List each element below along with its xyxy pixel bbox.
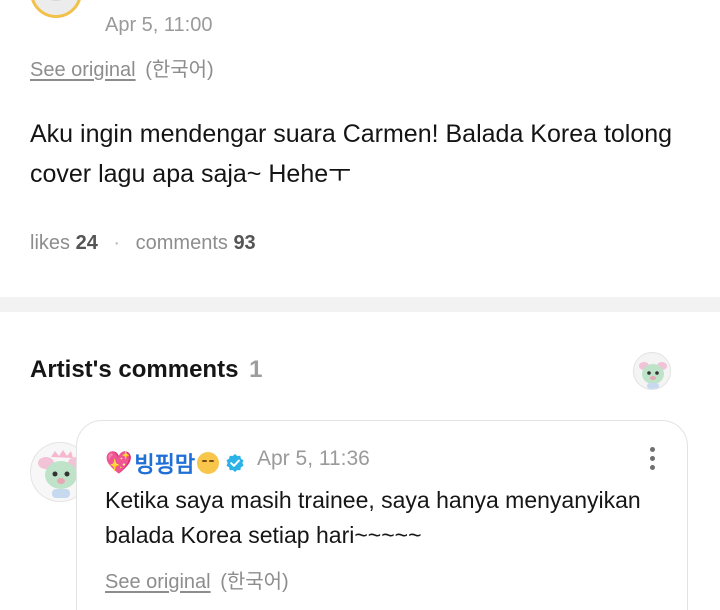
post-see-original-row: See original (한국어) (30, 53, 214, 82)
avatar-image (41, 0, 71, 1)
post-date: Apr 5, 11:00 (105, 14, 213, 36)
heart-icon: 💖 (105, 450, 133, 475)
likes-count[interactable]: 24 (76, 232, 98, 254)
artist-comments-section: Artist's comments 1 💖 빙핑맘 Apr 5, 11:36 K… (0, 312, 720, 610)
artist-character-icon (639, 362, 667, 389)
verified-badge-icon (226, 454, 244, 472)
comments-count[interactable]: 93 (233, 232, 255, 254)
post-body-text: Aku ingin mendengar suara Carmen! Balada… (30, 120, 673, 188)
comment-see-original-link[interactable]: See original (105, 571, 211, 593)
artist-comments-title: Artist's comments 1 (30, 356, 262, 384)
comment-author-name[interactable]: 빙핑맘 (134, 447, 195, 479)
artist-avatar-small[interactable] (633, 352, 671, 390)
smirk-face-icon (197, 452, 220, 474)
artist-comment-card[interactable]: 💖 빙핑맘 Apr 5, 11:36 Ketika saya masih tra… (76, 420, 688, 610)
more-vertical-icon[interactable] (643, 445, 661, 471)
post-stats: likes 24 · comments 93 (30, 232, 256, 255)
post-card: ⋮ Apr 5, 11:00 See original (한국어) Aku in… (0, 0, 720, 297)
comment-body-text: Ketika saya masih trainee, saya hanya me… (105, 487, 641, 548)
artist-comments-heading: Artist's comments (30, 356, 239, 383)
likes-label[interactable]: likes (30, 232, 70, 254)
stats-separator: · (113, 232, 121, 254)
section-divider (0, 297, 720, 312)
comment-language-label: (한국어) (220, 571, 289, 593)
comment-date: Apr 5, 11:36 (257, 447, 370, 470)
post-language-label: (한국어) (145, 59, 214, 81)
post-see-original-link[interactable]: See original (30, 59, 136, 81)
post-author-avatar[interactable] (30, 0, 82, 18)
fan-post-page: ⋮ Apr 5, 11:00 See original (한국어) Aku in… (0, 0, 720, 610)
artist-comments-count: 1 (249, 356, 263, 383)
comment-see-original-row: See original (한국어) (105, 565, 289, 594)
comment-author[interactable]: 💖 빙핑맘 (105, 447, 245, 479)
comments-label[interactable]: comments (136, 232, 228, 254)
